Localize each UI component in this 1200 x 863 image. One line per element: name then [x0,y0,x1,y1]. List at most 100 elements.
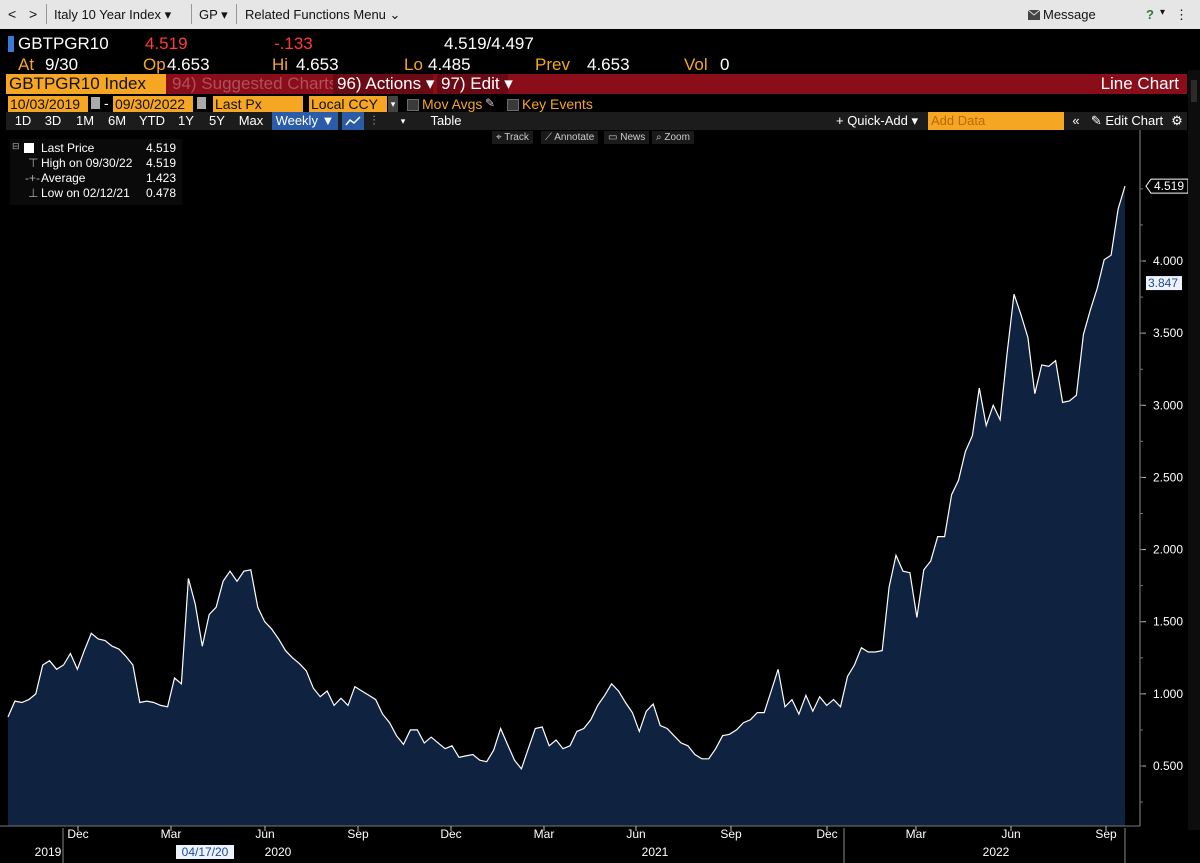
bar-style-icon[interactable]: ⫶ [366,112,382,130]
volume-label: Vol [684,55,708,74]
currency-selector[interactable]: Local CCY [309,96,387,112]
message-button[interactable]: Message [1043,7,1096,22]
legend-last-label: Last Price [41,141,95,155]
range-5y[interactable]: 5Y [204,112,230,130]
prev-value: 4.653 [587,55,630,74]
help-icon[interactable]: ? [1146,7,1154,22]
mov-avgs-label: Mov Avgs [422,96,483,112]
x-tick-label: Sep [347,827,369,841]
y-tick-label: 0.500 [1153,759,1183,773]
last-price: 4.519 [145,34,188,53]
chart-type-label: Line Chart [1100,74,1179,93]
end-date-field[interactable]: 09/30/2022 [113,96,193,112]
last-price-swatch [24,143,34,153]
quick-add-button[interactable]: + Quick-Add ▾ [832,112,922,130]
settings-gear-icon[interactable]: ⚙ [1169,112,1185,130]
actions-button[interactable]: 96) Actions ▾ [333,74,434,94]
range-1m[interactable]: 1M [72,112,98,130]
price-chart[interactable]: 0.500 1.000 1.500 2.000 2.500 3.000 3.500 4.000… [0,130,1188,863]
at-label: At [18,55,35,74]
action-bar: GBTPGR10 Index 94) Suggested Charts 96) … [6,74,1187,94]
high-value: 4.653 [296,55,339,74]
year-label: 2020 [265,845,292,859]
legend-collapse-icon[interactable]: ⊟ [12,141,20,152]
more-options-icon[interactable]: ⋮ [1175,7,1188,23]
scrollbar[interactable] [1188,70,1200,830]
range-bar: 1D 3D 1M 6M YTD 1Y 5Y Max Weekly ▼ ⫶ ▾ T… [6,112,1187,130]
divider [236,4,237,24]
y-tick-label: 4.000 [1153,254,1183,268]
back-arrow-icon[interactable]: < [8,6,16,22]
edit-button[interactable]: 97) Edit ▾ [437,74,513,94]
x-tick-label: Mar [906,827,927,841]
reference-badge-label: 3.847 [1148,276,1178,290]
range-1d[interactable]: 1D [10,112,36,130]
x-tick-label: Dec [816,827,837,841]
divider [191,4,192,24]
edit-chart-button[interactable]: ✎ Edit Chart [1088,112,1166,130]
add-data-input[interactable]: Add Data [928,112,1064,130]
low-marker-icon: ⊥ [28,186,39,200]
date-separator: - [104,95,109,111]
date-marker-label: 04/17/20 [182,845,229,859]
gp-menu[interactable]: GP ▾ [199,7,228,23]
open-label: Op [143,55,166,74]
bid-ask: 4.519/4.497 [444,34,534,53]
suggested-charts-button[interactable]: 94) Suggested Charts [172,74,337,94]
currency-dropdown-icon[interactable]: ▾ [388,96,398,112]
period-selector[interactable]: Weekly ▼ [272,112,338,130]
table-button[interactable]: Table [424,112,468,130]
high-marker-icon: ⊤ [28,156,39,170]
x-tick-label: Dec [440,827,461,841]
legend-low-label: Low on 02/12/21 [41,186,130,200]
open-value: 4.653 [167,55,210,74]
help-dropdown-icon[interactable]: ▾ [1160,7,1165,18]
legend-low-value: 0.478 [146,186,177,200]
security-menu[interactable]: Italy 10 Year Index ▾ [54,7,171,23]
volume-value: 0 [720,55,730,74]
at-value: 9/30 [45,55,79,74]
y-tick-label: 1.000 [1153,687,1183,701]
ticker-color-marker [8,36,14,52]
y-tick-label: 1.500 [1153,615,1183,629]
year-label: 2019 [35,845,62,859]
scroll-thumb[interactable] [1191,80,1197,102]
related-functions-menu[interactable]: Related Functions Menu ⌄ [245,7,400,23]
pencil-icon[interactable]: ✎ [485,96,495,110]
edit-chart-label: Edit Chart [1105,113,1164,128]
style-dropdown-icon[interactable]: ▾ [396,112,410,130]
x-tick-label: Mar [534,827,555,841]
x-tick-label: Sep [720,827,742,841]
year-label: 2021 [642,845,669,859]
key-events-label: Key Events [522,96,593,112]
key-events-checkbox[interactable] [507,99,519,111]
line-style-icon[interactable] [342,112,364,130]
y-tick-label: 2.500 [1153,470,1183,484]
forward-arrow-icon[interactable]: > [29,6,37,22]
plot-area [7,185,1126,827]
legend-last-value: 4.519 [146,141,177,155]
range-1y[interactable]: 1Y [174,112,198,130]
ticker: GBTPGR10 [18,34,109,53]
message-icon[interactable] [1027,8,1041,23]
calendar-icon[interactable] [91,97,100,109]
collapse-icon[interactable]: « [1068,112,1084,130]
range-3d[interactable]: 3D [40,112,66,130]
index-name-tab[interactable]: GBTPGR10 Index [6,74,166,94]
y-tick-label: 3.500 [1153,326,1183,340]
edit-pencil-icon: ✎ [1090,113,1106,128]
legend: ⊟ Last Price 4.519 ⊤ High on 09/30/22 4.… [10,139,182,205]
range-6m[interactable]: 6M [104,112,130,130]
low-label: Lo [404,55,423,74]
mov-avgs-checkbox[interactable] [407,99,419,111]
range-max[interactable]: Max [236,112,266,130]
year-label: 2022 [983,845,1010,859]
start-date-field[interactable]: 10/03/2019 [8,96,88,112]
calendar-icon[interactable] [197,97,206,109]
high-label: Hi [272,55,289,74]
y-axis: 0.500 1.000 1.500 2.000 2.500 3.000 3.500 4.000… [1139,130,1188,826]
legend-average-label: Average [41,171,86,185]
field-selector[interactable]: Last Px [213,96,303,112]
legend-high-label: High on 09/30/22 [41,156,133,170]
range-ytd[interactable]: YTD [137,112,167,130]
